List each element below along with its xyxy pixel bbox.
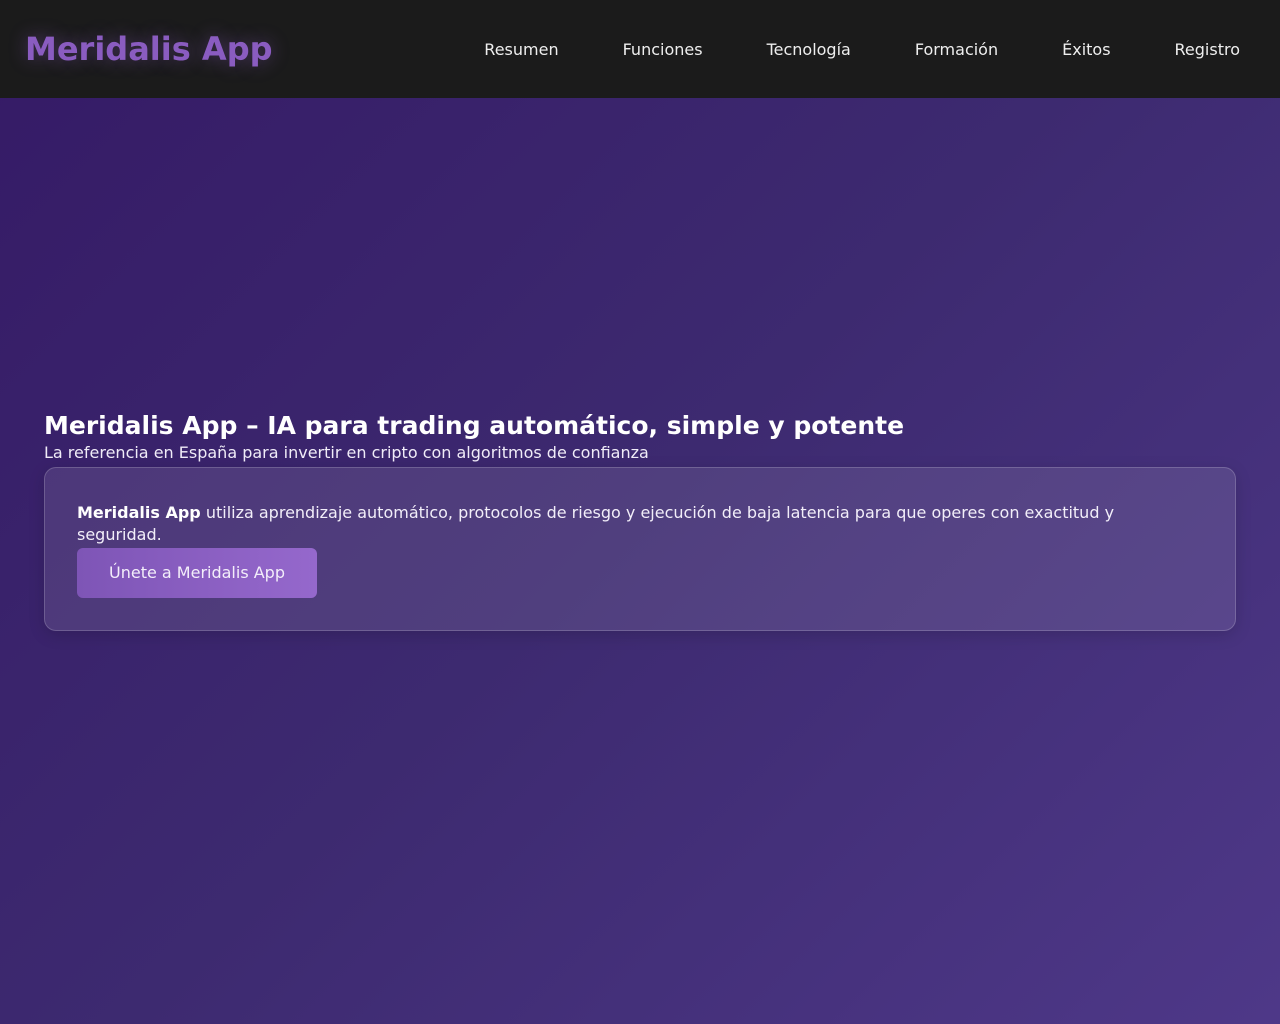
intro-text: Meridalis App utiliza aprendizaje automá… (77, 502, 1203, 546)
nav-funciones[interactable]: Funciones (623, 40, 703, 59)
nav-exitos[interactable]: Éxitos (1062, 40, 1110, 59)
intro-brand: Meridalis App (77, 503, 201, 522)
join-button[interactable]: Únete a Meridalis App (77, 548, 317, 598)
nav-tecnologia[interactable]: Tecnología (767, 40, 851, 59)
intro-body: utiliza aprendizaje automático, protocol… (77, 503, 1115, 544)
intro-card: Meridalis App utiliza aprendizaje automá… (44, 467, 1236, 631)
hero-subtitle: La referencia en España para invertir en… (44, 443, 649, 462)
main-nav: Resumen Funciones Tecnología Formación É… (484, 40, 1240, 59)
hero-section: Meridalis App – IA para trading automáti… (0, 98, 1280, 1024)
logo[interactable]: Meridalis App (25, 30, 273, 68)
nav-registro[interactable]: Registro (1175, 40, 1240, 59)
site-header: Meridalis App Resumen Funciones Tecnolog… (0, 0, 1280, 98)
hero-title: Meridalis App – IA para trading automáti… (44, 411, 905, 440)
nav-resumen[interactable]: Resumen (484, 40, 558, 59)
nav-formacion[interactable]: Formación (915, 40, 998, 59)
